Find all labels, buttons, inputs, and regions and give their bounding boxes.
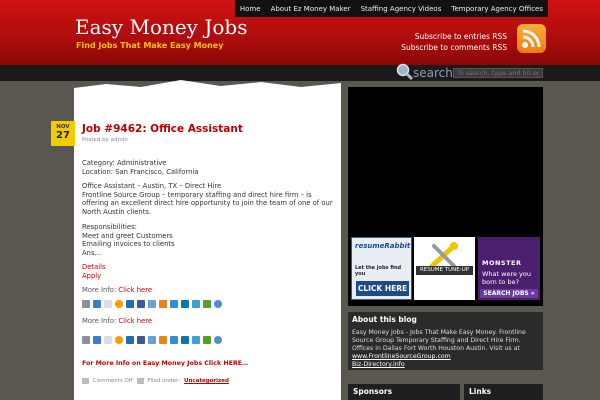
dzone-icon[interactable] <box>126 300 134 308</box>
tuneup-label: RESUME TUNE-UP <box>416 266 473 275</box>
email-icon[interactable] <box>148 300 156 308</box>
sidebar-ad-box: resumeRabbit Let the jobs find you CLICK… <box>348 87 543 306</box>
monster-question: What were you born to be? <box>482 270 531 286</box>
post-line1: Office Assistant – Austin, TX – Direct H… <box>82 182 222 190</box>
date-badge: NOV 27 <box>51 121 75 146</box>
biz-directory-link[interactable]: Biz-Directory.info <box>352 361 405 368</box>
rss-comments-link[interactable]: Subscribe to comments RSS <box>401 42 507 53</box>
top-nav: Home About Ez Money Maker Staffing Agenc… <box>234 0 548 17</box>
more-info-label: More Info: <box>82 317 117 325</box>
print-icon[interactable] <box>82 300 90 308</box>
linkedin-icon[interactable] <box>181 300 189 308</box>
comments-status: Comments Off <box>93 378 133 384</box>
monster-ad[interactable]: MONSTER What were you born to be? SEARCH… <box>478 237 540 300</box>
reddit-icon[interactable] <box>170 336 178 344</box>
resume-rabbit-logo: resumeRabbit <box>355 242 411 250</box>
click-here-link[interactable]: Click here <box>118 317 152 325</box>
share-icons-row <box>82 300 222 308</box>
category-link[interactable]: Uncategorized <box>184 378 229 384</box>
post-category: Category: Administrative <box>82 159 167 167</box>
blogger-icon[interactable] <box>115 300 123 308</box>
site-title[interactable]: Easy Money Jobs <box>75 15 247 39</box>
digg-icon[interactable] <box>93 300 101 308</box>
more-info-2: More Info: Click here <box>82 317 152 325</box>
about-text: Easy Money Jobs - Jobs That Make Easy Mo… <box>352 329 538 369</box>
post-responsibilities: Responsibilities: Meet and greet Custome… <box>82 223 337 257</box>
digg-icon[interactable] <box>93 336 101 344</box>
more-info-label: More Info: <box>82 286 117 294</box>
stumble-icon[interactable] <box>159 300 167 308</box>
google-icon[interactable] <box>214 336 222 344</box>
site-header: Home About Ez Money Maker Staffing Agenc… <box>0 0 600 65</box>
filed-under-label: Filed under: <box>147 378 180 384</box>
share-icon[interactable] <box>203 300 211 308</box>
about-title: About this blog <box>352 315 417 324</box>
search-icon <box>396 63 414 81</box>
search-label: search <box>413 66 453 80</box>
click-here-link[interactable]: Click here <box>118 286 152 294</box>
resp-title: Responsibilities: <box>82 223 137 231</box>
resp-item: Emailing invoices to clients <box>82 240 175 249</box>
date-day: 27 <box>56 130 70 141</box>
post-meta-lines: Category: Administrative Location: San F… <box>82 159 337 176</box>
links-box: Links <box>464 384 543 400</box>
stumble-icon[interactable] <box>159 336 167 344</box>
post-meta-footer: Comments Off Filed under: Uncategorized <box>82 378 229 384</box>
details-link[interactable]: Details <box>82 263 337 272</box>
post-description: Office Assistant – Austin, TX – Direct H… <box>82 182 337 216</box>
more-info-footer-link[interactable]: For More Info on Easy Money Jobs Click H… <box>82 360 248 367</box>
rss-icon[interactable] <box>517 24 546 53</box>
delicious-icon[interactable] <box>104 300 112 308</box>
facebook-icon[interactable] <box>137 336 145 344</box>
apply-link[interactable]: Apply <box>82 272 337 281</box>
comment-icon <box>82 378 89 384</box>
posted-by: Posted by admin <box>82 137 128 143</box>
resp-item: Meet and greet Customers <box>82 231 173 240</box>
monster-logo: MONSTER <box>482 259 522 267</box>
folder-icon <box>136 378 144 384</box>
post-actions: Details Apply <box>82 263 337 280</box>
email-icon[interactable] <box>148 336 156 344</box>
google-icon[interactable] <box>214 300 222 308</box>
frontline-link[interactable]: www.FrontlineSourceGroup.com <box>352 353 451 360</box>
twitter-icon[interactable] <box>192 300 200 308</box>
search-input[interactable] <box>453 68 543 78</box>
post-location: Location: San Francisco, California <box>82 167 199 176</box>
site-tagline: Find Jobs That Make Easy Money <box>76 41 224 50</box>
nav-staffing-videos[interactable]: Staffing Agency Videos <box>356 0 447 17</box>
reddit-icon[interactable] <box>170 300 178 308</box>
monster-search-button[interactable]: SEARCH JOBS » <box>480 289 538 298</box>
dzone-icon[interactable] <box>126 336 134 344</box>
rss-links: Subscribe to entries RSS Subscribe to co… <box>401 31 507 53</box>
rss-entries-link[interactable]: Subscribe to entries RSS <box>401 31 507 42</box>
about-blog-box: About this blog Easy Money Jobs - Jobs T… <box>348 312 543 370</box>
print-icon[interactable] <box>82 336 90 344</box>
resume-rabbit-button[interactable]: CLICK HERE <box>356 281 409 296</box>
post-line2: Frontline Source Group – temporary staff… <box>82 190 333 216</box>
blogger-icon[interactable] <box>115 336 123 344</box>
nav-about[interactable]: About Ez Money Maker <box>266 0 356 17</box>
links-title: Links <box>469 387 492 396</box>
twitter-icon[interactable] <box>192 336 200 344</box>
delicious-icon[interactable] <box>104 336 112 344</box>
linkedin-icon[interactable] <box>181 336 189 344</box>
post-title[interactable]: Job #9462: Office Assistant <box>82 123 243 135</box>
share-icons-row <box>82 336 222 344</box>
share-icon[interactable] <box>203 336 211 344</box>
more-info-1: More Info: Click here <box>82 286 152 294</box>
sponsors-title: Sponsors <box>353 387 393 396</box>
sponsors-box: Sponsors <box>348 384 460 400</box>
resp-ans: Ans… <box>82 248 102 257</box>
nav-temp-offices[interactable]: Temporary Agency Offices <box>446 0 548 17</box>
resume-rabbit-ad[interactable]: resumeRabbit Let the jobs find you CLICK… <box>351 237 412 300</box>
resume-tuneup-ad[interactable]: RESUME TUNE-UP <box>414 237 475 300</box>
facebook-icon[interactable] <box>137 300 145 308</box>
resume-rabbit-tagline: Let the jobs find you <box>355 265 402 277</box>
about-description: Easy Money Jobs - Jobs That Make Easy Mo… <box>352 329 526 352</box>
